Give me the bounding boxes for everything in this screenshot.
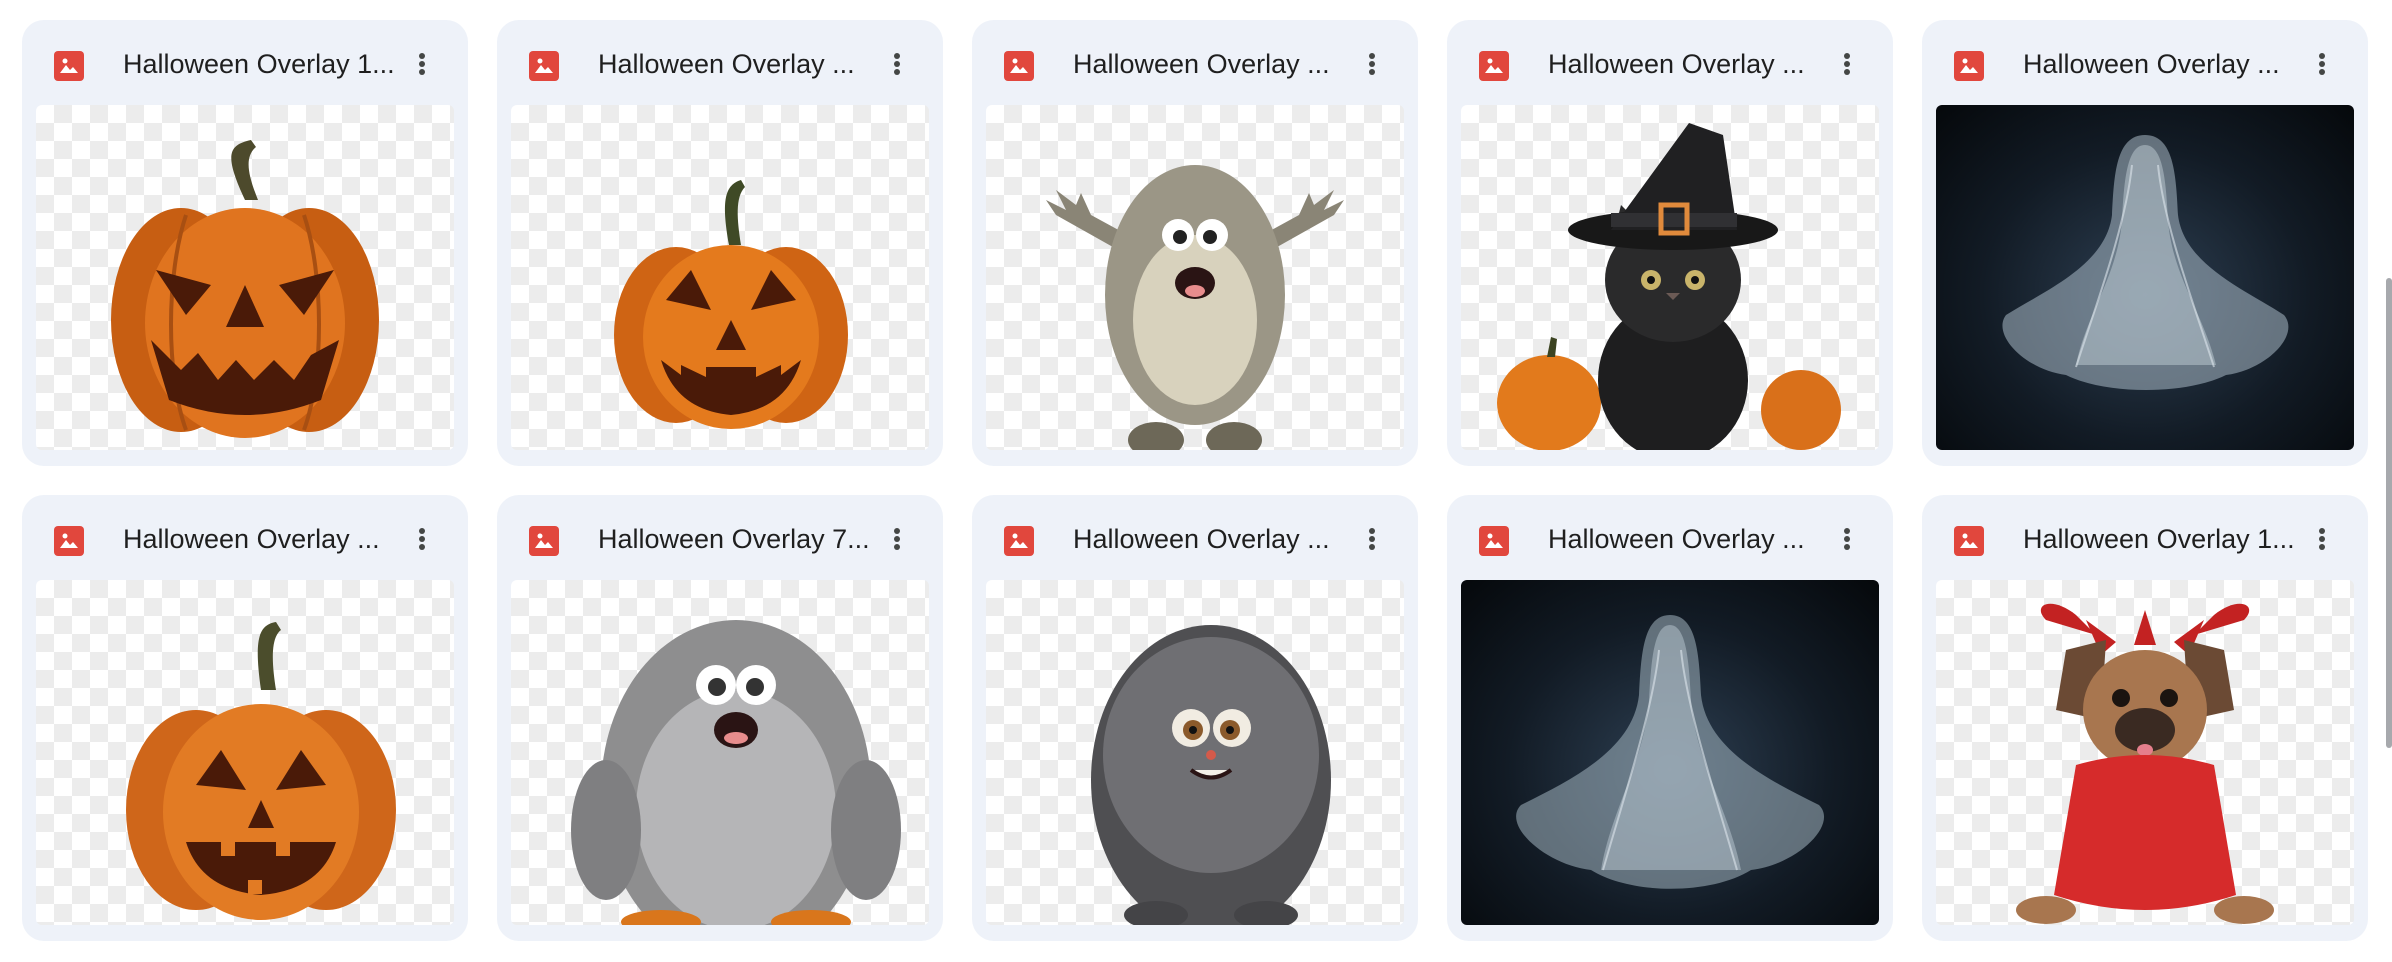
fuzzy-monster-icon (1046, 165, 1344, 450)
jack-o-lantern-pumpkin-icon (614, 180, 848, 429)
file-title[interactable]: Halloween Overlay ... (1073, 521, 1353, 557)
more-vert-icon[interactable] (875, 517, 919, 561)
file-card[interactable]: Halloween Overlay ... (22, 495, 468, 941)
thumbnail-ghost[interactable] (1936, 105, 2354, 450)
file-card[interactable]: Halloween Overlay ... (497, 20, 943, 466)
file-grid: Halloween Overlay 1... Halloween Overlay… (0, 0, 2392, 962)
card-header: Halloween Overlay ... (1447, 20, 1893, 108)
more-vert-icon[interactable] (400, 517, 444, 561)
card-header: Halloween Overlay ... (972, 20, 1418, 108)
file-card[interactable]: Halloween Overlay ... (972, 20, 1418, 466)
jack-o-lantern-pumpkin-icon (111, 140, 379, 438)
more-vert-icon[interactable] (1350, 42, 1394, 86)
file-card[interactable]: Halloween Overlay 1... (1922, 495, 2368, 941)
jack-o-lantern-pumpkin-icon (126, 622, 396, 920)
file-title[interactable]: Halloween Overlay ... (1548, 521, 1828, 557)
thumbnail-monster[interactable] (986, 105, 1404, 450)
more-vert-icon[interactable] (1350, 517, 1394, 561)
card-header: Halloween Overlay 7... (497, 495, 943, 583)
image-file-icon (1004, 526, 1034, 556)
vertical-scrollbar[interactable] (2386, 278, 2392, 748)
image-file-icon (54, 526, 84, 556)
thumbnail-pumpkin[interactable] (511, 105, 929, 450)
image-file-icon (1954, 526, 1984, 556)
file-card[interactable]: Halloween Overlay ... (1447, 495, 1893, 941)
ghost-sheet-icon (1516, 615, 1825, 889)
ghost-sheet-icon (2002, 135, 2289, 390)
more-vert-icon[interactable] (2300, 517, 2344, 561)
file-card[interactable]: Halloween Overlay 7... (497, 495, 943, 941)
file-title[interactable]: Halloween Overlay 1... (123, 46, 403, 82)
more-vert-icon[interactable] (1825, 517, 1869, 561)
more-vert-icon[interactable] (875, 42, 919, 86)
fuzzy-monster-icon (571, 620, 901, 925)
more-vert-icon[interactable] (2300, 42, 2344, 86)
file-title[interactable]: Halloween Overlay ... (1073, 46, 1353, 82)
devil-bulldog-icon (2016, 603, 2274, 924)
image-file-icon (1479, 526, 1509, 556)
card-header: Halloween Overlay 1... (1922, 495, 2368, 583)
card-header: Halloween Overlay ... (972, 495, 1418, 583)
file-card[interactable]: Halloween Overlay ... (972, 495, 1418, 941)
card-header: Halloween Overlay ... (1922, 20, 2368, 108)
file-title[interactable]: Halloween Overlay 1... (2023, 521, 2303, 557)
file-card[interactable]: Halloween Overlay ... (1447, 20, 1893, 466)
file-title[interactable]: Halloween Overlay 7... (598, 521, 878, 557)
image-file-icon (529, 51, 559, 81)
file-card[interactable]: Halloween Overlay 1... (22, 20, 468, 466)
more-vert-icon[interactable] (400, 42, 444, 86)
image-file-icon (529, 526, 559, 556)
more-vert-icon[interactable] (1825, 42, 1869, 86)
image-file-icon (1004, 51, 1034, 81)
thumbnail-monster[interactable] (986, 580, 1404, 925)
card-header: Halloween Overlay ... (497, 20, 943, 108)
image-file-icon (1479, 51, 1509, 81)
card-header: Halloween Overlay 1... (22, 20, 468, 108)
file-card[interactable]: Halloween Overlay ... (1922, 20, 2368, 466)
card-header: Halloween Overlay ... (22, 495, 468, 583)
thumbnail-ghost[interactable] (1461, 580, 1879, 925)
thumbnail-monster[interactable] (511, 580, 929, 925)
image-file-icon (54, 51, 84, 81)
file-title[interactable]: Halloween Overlay ... (598, 46, 878, 82)
file-title[interactable]: Halloween Overlay ... (2023, 46, 2303, 82)
thumbnail-cat[interactable] (1461, 105, 1879, 450)
thumbnail-pumpkin[interactable] (36, 105, 454, 450)
file-title[interactable]: Halloween Overlay ... (123, 521, 403, 557)
fuzzy-monster-icon (1091, 625, 1331, 925)
thumbnail-pumpkin[interactable] (36, 580, 454, 925)
thumbnail-dog[interactable] (1936, 580, 2354, 925)
image-file-icon (1954, 51, 1984, 81)
card-header: Halloween Overlay ... (1447, 495, 1893, 583)
black-cat-witch-hat-icon (1497, 123, 1841, 450)
file-title[interactable]: Halloween Overlay ... (1548, 46, 1828, 82)
